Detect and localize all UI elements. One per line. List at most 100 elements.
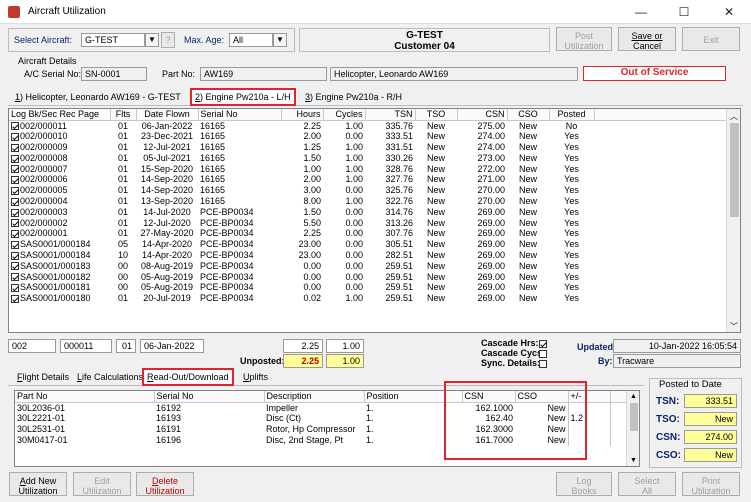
exit-button[interactable]: Exit [682, 27, 740, 51]
row-checkbox[interactable] [11, 262, 19, 271]
log-column-header[interactable]: TSN [365, 109, 416, 121]
row-checkbox[interactable] [11, 230, 19, 239]
scrollbar-thumb[interactable] [630, 403, 638, 431]
scrollbar-thumb[interactable] [730, 123, 739, 217]
cascade-hrs-checkbox[interactable] [539, 338, 548, 348]
table-row[interactable]: 30L2221-01 16193 Disc (Ct) 1. 162.40 New 1.2 [15, 413, 627, 425]
table-row[interactable]: 002/000006 01 14-Sep-2020 16165 2.00 1.00 327.… [9, 174, 727, 185]
delete-utilization-button[interactable]: Delete Utilization [136, 472, 194, 496]
scroll-up-icon[interactable]: ︿ [730, 111, 738, 122]
row-checkbox[interactable] [11, 219, 19, 228]
log-column-header[interactable]: Cycles [323, 109, 366, 121]
chevron-down-icon[interactable]: ▼ [145, 33, 159, 47]
tab-flight-details[interactable]: Flight Details [14, 370, 72, 385]
hours-field[interactable]: 2.25 [283, 339, 323, 353]
tab-engine-rh[interactable]: 3) Engine Pw210a - R/H [302, 90, 405, 105]
table-row[interactable]: 30L2531-01 16191 Rotor, Hp Compressor 1. 162… [15, 424, 627, 435]
adjust-cell[interactable] [567, 402, 611, 414]
flts-field[interactable]: 01 [116, 339, 136, 353]
row-checkbox[interactable] [11, 240, 19, 249]
row-checkbox[interactable] [11, 122, 19, 131]
select-all-button[interactable]: Select All [618, 472, 676, 496]
table-row[interactable]: 002/000002 01 12-Jul-2020 PCE-BP0034 5.50 0.0… [9, 218, 727, 229]
log-books-button[interactable]: Log Books [556, 472, 612, 496]
scroll-down-icon[interactable]: ﹀ [730, 321, 738, 332]
log-column-header[interactable]: Hours [281, 109, 324, 121]
date-field[interactable]: 06-Jan-2022 [140, 339, 204, 353]
parts-grid-scrollbar[interactable]: ▲ ▼ [626, 391, 639, 466]
parts-column-header[interactable]: CSO [515, 391, 569, 403]
scroll-down-icon[interactable]: ▼ [630, 457, 637, 464]
parts-column-header[interactable]: CSN [462, 391, 516, 403]
log-column-header[interactable]: CSO [507, 109, 550, 121]
row-checkbox[interactable] [11, 154, 19, 163]
table-row[interactable]: 30L2036-01 16192 Impeller 1. 162.1000 New [15, 402, 627, 414]
parts-column-header[interactable]: Position [364, 391, 463, 403]
scroll-up-icon[interactable]: ▲ [630, 393, 637, 400]
table-row[interactable]: 002/000010 01 23-Dec-2021 16165 2.00 0.00 333.… [9, 131, 727, 142]
row-checkbox[interactable] [11, 208, 19, 217]
aircraft-select[interactable]: G-TEST [81, 33, 145, 47]
table-row[interactable]: SAS0001/000184 10 14-Apr-2020 PCE-BP0034 23.… [9, 250, 727, 261]
table-row[interactable]: 002/000011 01 06-Jan-2022 16165 2.25 1.00 335.… [9, 120, 727, 131]
log-column-header[interactable]: Log Bk/Sec Rec Page [9, 109, 111, 121]
maximize-button[interactable]: ☐ [664, 0, 704, 24]
cycles-field[interactable]: 1.00 [326, 339, 364, 353]
log-column-header[interactable]: TSO [415, 109, 458, 121]
table-row[interactable]: 002/000001 01 27-May-2020 PCE-BP0034 2.25 0.0… [9, 228, 727, 239]
row-checkbox[interactable] [11, 284, 19, 293]
parts-column-header[interactable]: Description [264, 391, 365, 403]
post-utilization-button[interactable]: Post Utilization [556, 27, 612, 51]
tab-helicopter[interactable]: 1) Helicopter, Leonardo AW169 - G-TEST [12, 90, 184, 105]
tab-read-out-download[interactable]: Read-Out/Download [142, 368, 234, 386]
max-age-select[interactable]: All [229, 33, 273, 47]
table-row[interactable]: 002/000008 01 05-Jul-2021 16165 1.50 1.00 330.… [9, 153, 727, 164]
save-cancel-button[interactable]: Save or Cancel [618, 27, 676, 51]
log-column-header[interactable]: Date Flown [136, 109, 199, 121]
table-row[interactable]: 002/000003 01 14-Jul-2020 PCE-BP0034 1.50 0.0… [9, 207, 727, 218]
log-column-header[interactable]: Serial No [198, 109, 282, 121]
tab-uplifts[interactable]: Uplifts [240, 370, 271, 385]
log-column-header[interactable]: CSN [457, 109, 508, 121]
table-row[interactable]: 002/000009 01 12-Jul-2021 16165 1.25 1.00 331.… [9, 142, 727, 153]
tab-engine-lh[interactable]: 2) Engine Pw210a - L/H [190, 88, 296, 106]
row-checkbox[interactable] [11, 197, 19, 206]
sync-details-checkbox[interactable] [539, 358, 548, 368]
log-field[interactable]: 002 [8, 339, 56, 353]
page-field[interactable]: 000011 [60, 339, 112, 353]
table-row[interactable]: 002/000005 01 14-Sep-2020 16165 3.00 0.00 325.… [9, 185, 727, 196]
parts-column-header[interactable]: Part No [15, 391, 155, 403]
table-row[interactable]: 002/000007 01 15-Sep-2020 16165 1.00 1.00 328.… [9, 164, 727, 175]
log-grid-scrollbar[interactable]: ︿ ﹀ [726, 109, 740, 332]
utilization-log-grid[interactable]: Log Bk/Sec Rec Page Flts Date Flown Serial … [8, 108, 741, 333]
table-row[interactable]: SAS0001/000182 00 05-Aug-2019 PCE-BP0034 0.0… [9, 272, 727, 283]
adjust-cell[interactable] [567, 434, 611, 446]
table-row[interactable]: SAS0001/000184 05 14-Apr-2020 PCE-BP0034 23.… [9, 239, 727, 250]
row-checkbox[interactable] [11, 273, 19, 282]
adjust-cell[interactable]: 1.2 [567, 413, 611, 425]
row-checkbox[interactable] [11, 251, 19, 260]
edit-utilization-button[interactable]: Edit Utilization [73, 472, 131, 496]
table-row[interactable]: SAS0001/000180 01 20-Jul-2019 PCE-BP0034 0.0… [9, 293, 727, 304]
row-checkbox[interactable] [11, 143, 19, 152]
minimize-button[interactable]: — [621, 0, 661, 24]
table-row[interactable]: 30M0417-01 16196 Disc, 2nd Stage, Pt 1. 161.… [15, 434, 627, 446]
table-row[interactable]: SAS0001/000183 00 08-Aug-2019 PCE-BP0034 0.0… [9, 261, 727, 272]
add-new-utilization-button[interactable]: Add New Utilization [9, 472, 67, 496]
row-checkbox[interactable] [11, 165, 19, 174]
parts-column-header[interactable]: +/- [568, 391, 611, 403]
chevron-down-icon[interactable]: ▼ [273, 33, 287, 47]
row-checkbox[interactable] [11, 186, 19, 195]
table-row[interactable]: 002/000004 01 13-Sep-2020 16165 8.00 1.00 322.… [9, 196, 727, 207]
print-utilization-button[interactable]: Print Utilization [682, 472, 740, 496]
cascade-cycs-checkbox[interactable] [539, 348, 548, 358]
row-checkbox[interactable] [11, 176, 19, 185]
parts-grid[interactable]: Part No Serial No Description Position CSN CS… [14, 390, 640, 467]
tab-life-calculations[interactable]: Life Calculations [74, 370, 146, 385]
help-button[interactable]: ? [161, 32, 175, 48]
close-button[interactable]: ✕ [709, 0, 749, 24]
row-checkbox[interactable] [11, 294, 19, 303]
row-checkbox[interactable] [11, 132, 19, 141]
log-column-header[interactable]: Posted [549, 109, 595, 121]
parts-column-header[interactable]: Serial No [154, 391, 265, 403]
